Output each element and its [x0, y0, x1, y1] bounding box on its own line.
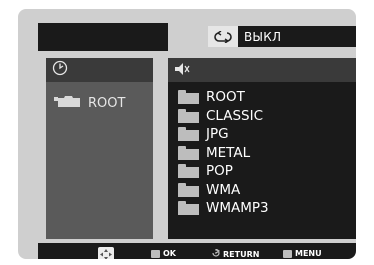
menu-label: MENU [295, 249, 322, 258]
dpad-icon [98, 247, 114, 259]
repeat-icon [208, 26, 238, 47]
clock-icon [52, 60, 68, 80]
folder-icon [178, 201, 199, 216]
list-item[interactable]: WMA [178, 181, 356, 200]
folder-open-icon [54, 94, 82, 112]
menu-icon [283, 249, 292, 258]
folder-tree-header [46, 58, 153, 82]
ok-label: OK [163, 249, 176, 258]
list-item[interactable]: CLASSIC [178, 107, 356, 126]
list-item[interactable]: JPG [178, 125, 356, 144]
folder-icon [178, 90, 199, 105]
menu-hint: MENU [283, 249, 322, 258]
list-item-label: POP [206, 163, 233, 180]
folder-icon [178, 127, 199, 142]
list-item-label: WMA [206, 181, 241, 198]
folder-icon [178, 145, 199, 160]
list-item-label: JPG [206, 126, 229, 143]
list-item[interactable]: METAL [178, 144, 356, 163]
folder-icon [178, 182, 199, 197]
tree-item-root[interactable]: ROOT [46, 82, 153, 112]
enter-icon [151, 249, 160, 258]
list-item[interactable]: WMAMP3 [178, 199, 356, 218]
folder-icon [178, 164, 199, 179]
return-icon [212, 247, 221, 259]
file-list-panel: ROOT CLASSIC JPG METAL POP WMA WMAMP3 [168, 58, 356, 239]
list-item-label: METAL [206, 144, 251, 161]
return-hint: RETURN [212, 247, 260, 259]
folder-tree-panel: ROOT [46, 58, 153, 239]
list-item[interactable]: ROOT [178, 88, 356, 107]
tree-item-label: ROOT [88, 95, 126, 111]
media-browser-screen: ВЫКЛ ROOT ROOT CLASSIC JPG METAL POP WMA… [18, 9, 356, 259]
repeat-mode-indicator[interactable]: ВЫКЛ [208, 26, 356, 47]
file-list-header [168, 58, 356, 82]
folder-icon [178, 108, 199, 123]
file-list: ROOT CLASSIC JPG METAL POP WMA WMAMP3 [168, 82, 356, 218]
ok-hint: OK [151, 249, 176, 258]
title-bar [38, 23, 168, 51]
list-item-label: CLASSIC [206, 107, 264, 124]
button-guide-bar: OK RETURN MENU [38, 243, 356, 259]
return-label: RETURN [223, 249, 260, 259]
list-item-label: WMAMP3 [206, 200, 269, 217]
speaker-icon [174, 61, 192, 80]
list-item-label: ROOT [206, 89, 245, 106]
repeat-mode-label: ВЫКЛ [244, 29, 282, 44]
list-item[interactable]: POP [178, 162, 356, 181]
